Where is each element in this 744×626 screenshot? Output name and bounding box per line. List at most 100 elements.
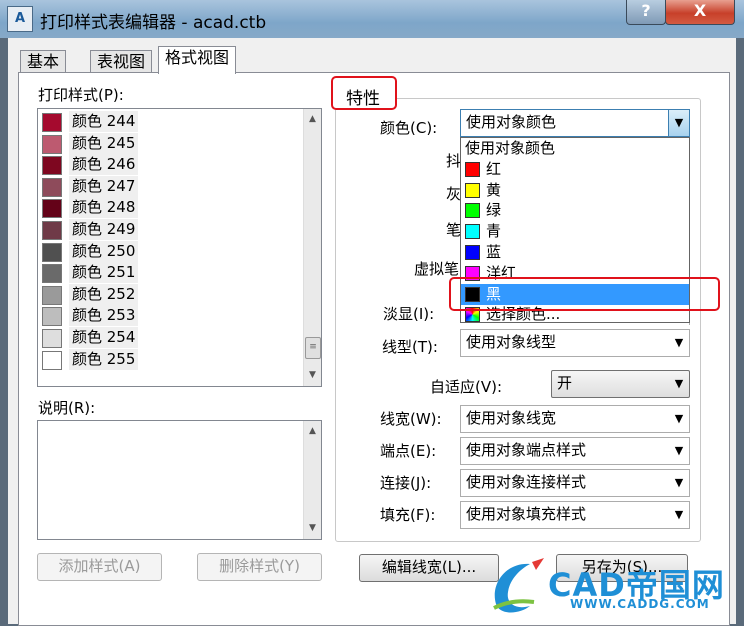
plot-style-item[interactable]: 颜色 248 bbox=[40, 197, 140, 219]
plot-style-name: 颜色 253 bbox=[69, 305, 139, 327]
endstyle-label: 端点(E): bbox=[380, 442, 437, 460]
color-swatch bbox=[42, 156, 62, 176]
chevron-down-icon[interactable]: ▼ bbox=[668, 110, 689, 136]
plot-style-item[interactable]: 颜色 250 bbox=[40, 240, 140, 262]
plot-styles-list[interactable]: 颜色 244 颜色 245 颜色 246 颜色 247 颜色 248 颜色 249 颜色 2… bbox=[37, 108, 322, 387]
plot-style-item[interactable]: 颜色 253 bbox=[40, 305, 140, 327]
color-option-label: 青 bbox=[486, 222, 502, 241]
adaptive-combobox[interactable]: 开 ▼ bbox=[551, 370, 690, 398]
color-option[interactable]: 使用对象颜色 bbox=[461, 138, 689, 159]
fillstyle-value: 使用对象填充样式 bbox=[466, 505, 587, 523]
pen-label: 笔 bbox=[446, 221, 462, 239]
help-button[interactable]: ? bbox=[626, 0, 666, 25]
chevron-down-icon[interactable]: ▼ bbox=[669, 330, 689, 356]
plot-style-item[interactable]: 颜色 254 bbox=[40, 327, 140, 348]
plot-style-name: 颜色 244 bbox=[69, 111, 139, 132]
grayscale-label: 灰 bbox=[446, 185, 462, 203]
description-label: 说明(R): bbox=[38, 399, 96, 417]
color-label: 颜色(C): bbox=[380, 119, 438, 137]
chevron-down-icon[interactable]: ▼ bbox=[669, 371, 689, 397]
scroll-up-arrow-icon[interactable]: ▲ bbox=[304, 111, 321, 128]
tab-table-view[interactable]: 表视图 bbox=[90, 50, 153, 73]
properties-highlight-box bbox=[331, 76, 397, 110]
linetype-combobox[interactable]: 使用对象线型 ▼ bbox=[460, 329, 690, 357]
add-style-button[interactable]: 添加样式(A) bbox=[37, 553, 162, 581]
watermark-url: WWW.CADDG.COM bbox=[570, 597, 710, 611]
plot-style-name: 颜色 248 bbox=[69, 197, 139, 219]
color-swatch-icon bbox=[465, 224, 480, 240]
color-option[interactable]: 蓝 bbox=[461, 242, 689, 263]
tab-format-view[interactable]: 格式视图 bbox=[158, 46, 237, 74]
linetype-value: 使用对象线型 bbox=[466, 333, 557, 351]
color-swatch bbox=[42, 285, 62, 305]
lineweight-label: 线宽(W): bbox=[380, 410, 442, 428]
virtual-pen-label: 虚拟笔 bbox=[414, 260, 460, 278]
black-highlight-box bbox=[449, 277, 720, 311]
fillstyle-combobox[interactable]: 使用对象填充样式 ▼ bbox=[460, 501, 690, 529]
description-scrollbar[interactable]: ▲ ▼ bbox=[303, 421, 321, 539]
plot-style-name: 颜色 246 bbox=[69, 154, 139, 176]
chevron-down-icon[interactable]: ▼ bbox=[669, 502, 689, 528]
window-title: 打印样式表编辑器 - acad.ctb bbox=[40, 13, 267, 33]
screening-label: 淡显(I): bbox=[383, 305, 435, 323]
color-swatch bbox=[42, 329, 62, 348]
scroll-thumb[interactable]: ≡ bbox=[305, 337, 321, 359]
plot-style-item[interactable]: 颜色 251 bbox=[40, 262, 140, 284]
color-swatch-icon bbox=[465, 161, 480, 177]
joinstyle-combobox[interactable]: 使用对象连接样式 ▼ bbox=[460, 469, 690, 497]
color-option-label: 黄 bbox=[486, 180, 502, 199]
joinstyle-label: 连接(J): bbox=[380, 474, 432, 492]
plot-style-item[interactable]: 颜色 249 bbox=[40, 219, 140, 240]
scroll-down-arrow-icon[interactable]: ▼ bbox=[304, 367, 321, 384]
linetype-label: 线型(T): bbox=[382, 338, 438, 356]
color-swatch bbox=[42, 134, 62, 154]
dither-label: 抖 bbox=[446, 152, 462, 170]
plot-style-item[interactable]: 颜色 255 bbox=[40, 348, 140, 370]
chevron-down-icon[interactable]: ▼ bbox=[669, 438, 689, 464]
lineweight-value: 使用对象线宽 bbox=[466, 409, 557, 427]
color-option[interactable]: 红 bbox=[461, 159, 689, 180]
plot-style-name: 颜色 254 bbox=[69, 327, 139, 348]
color-swatch bbox=[42, 264, 62, 284]
plot-style-name: 颜色 255 bbox=[69, 348, 139, 370]
plot-style-item[interactable]: 颜色 252 bbox=[40, 283, 140, 305]
plot-style-item[interactable]: 颜色 245 bbox=[40, 132, 140, 154]
joinstyle-value: 使用对象连接样式 bbox=[466, 473, 587, 491]
adaptive-label: 自适应(V): bbox=[430, 378, 503, 396]
color-combobox[interactable]: 使用对象颜色 ▼ bbox=[460, 109, 690, 137]
tab-basic[interactable]: 基本 bbox=[20, 50, 67, 73]
scroll-down-arrow-icon[interactable]: ▼ bbox=[304, 520, 321, 537]
color-swatch bbox=[42, 307, 62, 327]
color-option[interactable]: 黄 bbox=[461, 180, 689, 201]
endstyle-combobox[interactable]: 使用对象端点样式 ▼ bbox=[460, 437, 690, 465]
color-swatch bbox=[42, 242, 62, 262]
styles-scrollbar[interactable]: ▲ ≡ ▼ bbox=[303, 109, 321, 386]
scroll-up-arrow-icon[interactable]: ▲ bbox=[304, 423, 321, 440]
color-swatch bbox=[42, 350, 62, 370]
watermark-logo-icon bbox=[493, 558, 544, 613]
color-swatch-icon bbox=[465, 245, 480, 260]
color-option-label: 使用对象颜色 bbox=[465, 139, 556, 157]
color-swatch-icon bbox=[465, 203, 480, 219]
plot-style-item[interactable]: 颜色 247 bbox=[40, 175, 140, 197]
color-option[interactable]: 青 bbox=[461, 221, 689, 242]
delete-style-button[interactable]: 删除样式(Y) bbox=[197, 553, 322, 581]
color-swatch-icon bbox=[465, 182, 480, 198]
plot-style-item[interactable]: 颜色 244 bbox=[40, 111, 140, 132]
color-option-label: 蓝 bbox=[486, 243, 502, 261]
plot-styles-label: 打印样式(P): bbox=[38, 86, 124, 104]
close-button[interactable]: X bbox=[665, 0, 735, 25]
edit-lineweights-button[interactable]: 编辑线宽(L)... bbox=[359, 554, 499, 582]
lineweight-combobox[interactable]: 使用对象线宽 ▼ bbox=[460, 405, 690, 433]
description-textarea[interactable]: ▲ ▼ bbox=[37, 420, 322, 540]
endstyle-value: 使用对象端点样式 bbox=[466, 441, 587, 459]
plot-style-name: 颜色 247 bbox=[69, 175, 139, 197]
chevron-down-icon[interactable]: ▼ bbox=[669, 470, 689, 496]
plot-style-name: 颜色 245 bbox=[69, 132, 139, 154]
plot-style-name: 颜色 252 bbox=[69, 283, 139, 305]
chevron-down-icon[interactable]: ▼ bbox=[669, 406, 689, 432]
color-option[interactable]: 绿 bbox=[461, 200, 689, 221]
plot-style-item[interactable]: 颜色 246 bbox=[40, 154, 140, 176]
plot-style-name: 颜色 251 bbox=[69, 262, 139, 284]
autocad-app-icon[interactable]: A bbox=[7, 6, 33, 32]
